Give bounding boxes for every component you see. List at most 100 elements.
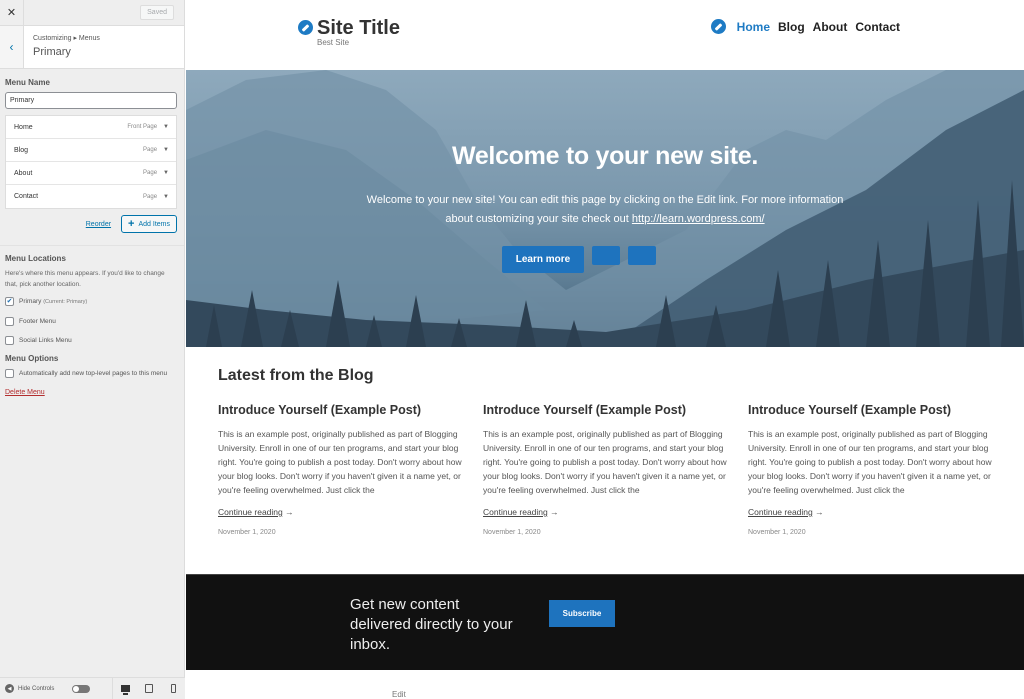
menu-item-home[interactable]: Home Front Page ▼ [6, 116, 176, 139]
post-title[interactable]: Introduce Yourself (Example Post) [483, 403, 730, 417]
menu-item-blog[interactable]: Blog Page ▼ [6, 139, 176, 162]
pencil-edit-icon[interactable] [710, 19, 726, 34]
blog-section: Latest from the Blog Introduce Yourself … [186, 347, 1024, 536]
continue-reading-link[interactable]: Continue reading → [218, 507, 465, 517]
hero-content: Welcome to your new site. Welcome to you… [186, 142, 1024, 273]
continue-reading-link[interactable]: Continue reading → [748, 507, 995, 517]
customizer-header-bar: ✕ Saved [0, 0, 184, 26]
location-label: Footer Menu [19, 318, 56, 325]
caret-down-icon[interactable]: ▼ [163, 170, 169, 176]
primary-nav: Home Blog About Contact [710, 19, 900, 34]
menu-item-contact[interactable]: Contact Page ▼ [6, 185, 176, 208]
menu-locations-description: Here's where this menu appears. If you'd… [5, 270, 165, 288]
post-date: November 1, 2020 [748, 529, 806, 536]
location-label: Primary [19, 298, 42, 305]
caret-down-icon[interactable]: ▼ [163, 124, 169, 130]
auto-add-option[interactable]: Automatically add new top-level pages to… [5, 368, 177, 379]
reorder-link[interactable]: Reorder [86, 221, 111, 228]
menu-name-input[interactable] [5, 92, 177, 109]
subscribe-button[interactable]: Subscribe [549, 600, 615, 627]
pencil-edit-icon[interactable] [298, 20, 313, 35]
close-icon: ✕ [6, 7, 17, 19]
edit-link[interactable]: Edit [392, 690, 406, 699]
menu-items-list: Home Front Page ▼ Blog Page ▼ About Page ▼ … [5, 115, 177, 209]
delete-menu-link[interactable]: Delete Menu [5, 389, 45, 396]
hide-controls-button[interactable]: ◀ Hide Controls [5, 684, 54, 693]
post-excerpt: This is an example post, originally publ… [218, 429, 462, 495]
hero-description: Welcome to your new site! You can edit t… [355, 191, 855, 229]
menu-item-about[interactable]: About Page ▼ [6, 162, 176, 185]
caret-down-icon[interactable]: ▼ [163, 147, 169, 153]
empty-button[interactable] [628, 246, 657, 265]
checkbox[interactable] [5, 317, 14, 326]
empty-button[interactable] [592, 246, 621, 265]
desktop-preview-button[interactable] [113, 678, 137, 699]
customizer-sidebar: ✕ Saved ‹ Customizing ▸ Menus Primary Me… [0, 0, 185, 699]
back-button[interactable]: ‹ [0, 26, 24, 68]
menu-item-type: Page [143, 193, 158, 200]
location-primary[interactable]: ✔ Primary (Current: Primary) [5, 296, 177, 308]
nav-home[interactable]: Home [737, 20, 770, 34]
desktop-icon [120, 685, 130, 695]
menu-item-title: Home [14, 123, 33, 131]
menu-locations-heading: Menu Locations [5, 254, 66, 263]
learn-wordpress-link[interactable]: http://learn.wordpress.com/ [632, 213, 765, 225]
hero-buttons: Learn more [186, 246, 1024, 273]
menu-item-type: Page [143, 170, 158, 176]
panel-header: ‹ Customizing ▸ Menus Primary [0, 26, 184, 69]
tablet-preview-button[interactable] [137, 678, 161, 699]
subscribe-section: Get new content delivered directly to yo… [186, 574, 1024, 670]
location-label: Social Links Menu [19, 337, 72, 344]
blog-heading: Latest from the Blog [218, 367, 374, 384]
caret-down-icon[interactable]: ▼ [163, 194, 169, 200]
plus-icon: + [128, 217, 135, 230]
site-header: Site Title Best Site Home Blog About Con… [186, 0, 1024, 70]
panel-title: Primary [33, 46, 71, 58]
mobile-preview-button[interactable] [161, 678, 185, 699]
add-items-button[interactable]: + Add Items [121, 215, 177, 233]
hero-text: Welcome to your new site! You can edit t… [366, 194, 844, 225]
post-card: Introduce Yourself (Example Post) This i… [218, 403, 483, 536]
mobile-icon [170, 684, 176, 693]
toggle-switch[interactable] [72, 684, 91, 693]
collapse-arrow-icon: ◀ [5, 684, 14, 693]
tablet-icon [145, 684, 153, 693]
continue-reading-link[interactable]: Continue reading → [483, 507, 730, 517]
location-social[interactable]: Social Links Menu [5, 335, 177, 346]
breadcrumb: Customizing ▸ Menus [33, 35, 100, 42]
post-date: November 1, 2020 [218, 529, 276, 536]
checkbox-checked[interactable]: ✔ [5, 297, 14, 306]
menu-item-title: Contact [14, 193, 39, 200]
post-date: November 1, 2020 [483, 529, 541, 536]
post-excerpt: This is an example post, originally publ… [483, 429, 727, 495]
location-footer[interactable]: Footer Menu [5, 316, 177, 327]
post-title[interactable]: Introduce Yourself (Example Post) [748, 403, 995, 417]
nav-about[interactable]: About [813, 20, 848, 34]
post-card: Introduce Yourself (Example Post) This i… [483, 403, 748, 536]
menu-item-title: Blog [14, 146, 29, 154]
auto-add-label: Automatically add new top-level pages to… [19, 370, 168, 377]
arrow-right-icon: → [285, 507, 294, 517]
saved-button[interactable]: Saved [140, 5, 174, 20]
close-customizer-button[interactable]: ✕ [0, 0, 24, 26]
post-card: Introduce Yourself (Example Post) This i… [748, 403, 1013, 536]
hide-controls-label: Hide Controls [18, 685, 55, 692]
post-title[interactable]: Introduce Yourself (Example Post) [218, 403, 465, 417]
add-items-label: Add Items [138, 220, 170, 228]
location-note: (Current: Primary) [43, 299, 88, 305]
checkbox[interactable] [5, 369, 14, 378]
hero-section: Welcome to your new site. Welcome to you… [186, 70, 1024, 347]
site-preview: Site Title Best Site Home Blog About Con… [186, 0, 1024, 699]
site-branding: Site Title Best Site [298, 16, 400, 47]
subscribe-text: Get new content delivered directly to yo… [350, 596, 513, 653]
post-excerpt: This is an example post, originally publ… [748, 429, 992, 495]
arrow-right-icon: → [550, 507, 559, 517]
post-list: Introduce Yourself (Example Post) This i… [218, 403, 1024, 536]
hero-title: Welcome to your new site. [451, 142, 758, 170]
site-title[interactable]: Site Title [317, 16, 400, 40]
nav-contact[interactable]: Contact [855, 20, 900, 34]
nav-blog[interactable]: Blog [778, 20, 805, 34]
learn-more-button[interactable]: Learn more [501, 246, 585, 273]
device-preview-buttons [112, 677, 185, 699]
checkbox[interactable] [5, 336, 14, 345]
